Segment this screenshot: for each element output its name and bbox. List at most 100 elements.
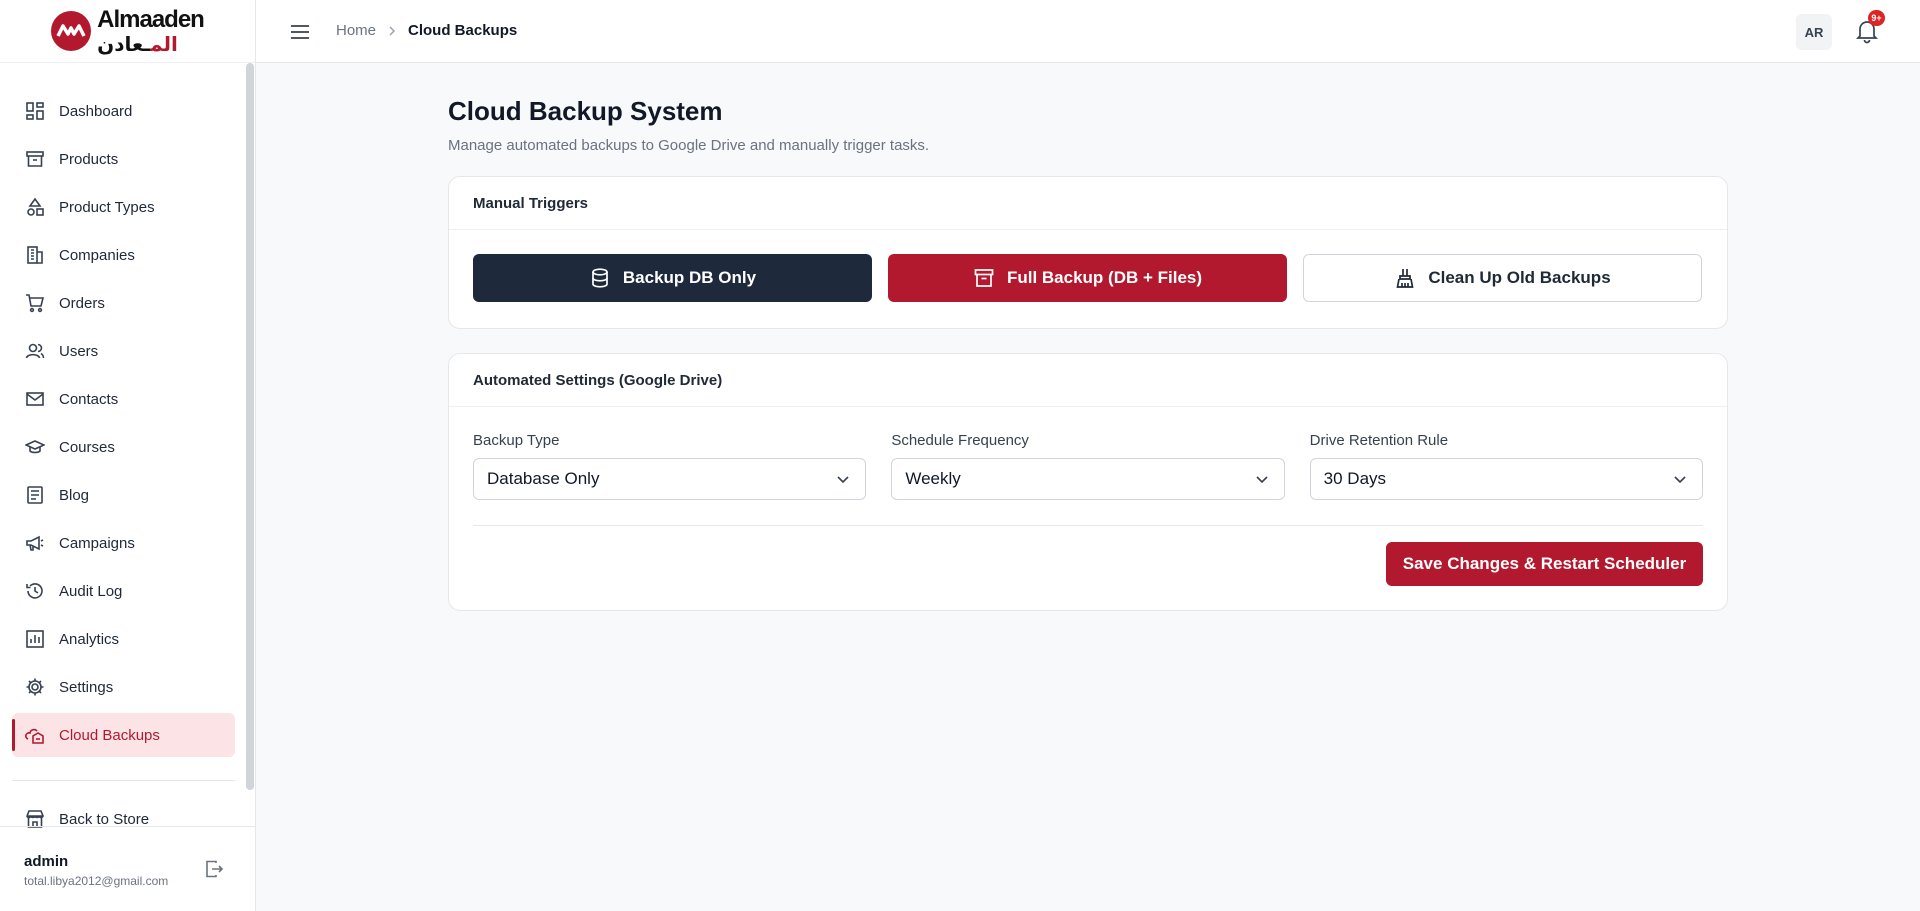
sidebar-divider — [12, 780, 235, 781]
backup-db-button[interactable]: Backup DB Only — [473, 254, 872, 302]
logout-icon[interactable] — [204, 859, 224, 879]
graduation-cap-icon — [25, 437, 45, 457]
sidebar-item-audit-log[interactable]: Audit Log — [12, 569, 235, 613]
sidebar-item-blog[interactable]: Blog — [12, 473, 235, 517]
logo-english: Almaaden — [97, 6, 205, 33]
full-backup-button[interactable]: Full Backup (DB + Files) — [888, 254, 1287, 302]
sidebar-item-label: Settings — [59, 678, 114, 696]
dashboard-icon — [25, 101, 45, 121]
backup-type-field: Backup Type Database Only — [473, 432, 867, 500]
hamburger-menu-icon[interactable] — [288, 20, 312, 44]
backup-type-value: Database Only — [487, 469, 600, 488]
sidebar-item-label: Campaigns — [59, 534, 135, 552]
topbar: Home Cloud Backups AR 9+ — [256, 0, 1920, 63]
trigger-buttons: Backup DB Only Full Backup (DB + Files) … — [449, 230, 1727, 326]
sidebar-nav: Dashboard Products Product Types Compani… — [12, 89, 235, 761]
page-title: Cloud Backup System — [448, 96, 723, 126]
broom-icon — [1394, 267, 1416, 289]
sidebar-item-label: Audit Log — [59, 582, 123, 600]
sidebar-item-label: Users — [59, 342, 99, 360]
backup-type-select[interactable]: Database Only — [473, 458, 867, 500]
breadcrumb-home[interactable]: Home — [336, 22, 376, 39]
user-email: total.libya2012@gmail.com — [24, 874, 169, 888]
logo-emblem-icon — [51, 11, 92, 51]
sidebar-item-product-types[interactable]: Product Types — [12, 185, 235, 229]
manual-triggers-heading: Manual Triggers — [449, 177, 1727, 230]
users-icon — [25, 341, 45, 361]
sidebar-item-cloud-backups[interactable]: Cloud Backups — [12, 713, 235, 757]
building-icon — [25, 245, 45, 265]
sidebar-item-label: Companies — [59, 246, 135, 264]
gear-icon — [25, 677, 45, 697]
save-restart-scheduler-button[interactable]: Save Changes & Restart Scheduler — [1386, 542, 1703, 586]
sidebar-item-contacts[interactable]: Contacts — [12, 377, 235, 421]
user-name: admin — [24, 853, 69, 870]
full-backup-label: Full Backup (DB + Files) — [1006, 268, 1203, 287]
cleanup-backups-button[interactable]: Clean Up Old Backups — [1303, 254, 1702, 302]
document-icon — [25, 485, 45, 505]
sidebar-item-label: Blog — [59, 486, 90, 504]
sidebar-item-campaigns[interactable]: Campaigns — [12, 521, 235, 565]
breadcrumb-current: Cloud Backups — [408, 22, 518, 39]
history-icon — [25, 581, 45, 601]
sidebar: Almaaden المـعادن Dashboard Products Pro… — [0, 0, 256, 911]
cart-icon — [25, 293, 45, 313]
chevron-down-icon — [1254, 471, 1270, 487]
back-to-store-label: Back to Store — [59, 810, 150, 828]
sidebar-item-analytics[interactable]: Analytics — [12, 617, 235, 661]
cloud-backup-icon — [25, 725, 45, 745]
notification-badge: 9+ — [1868, 10, 1885, 26]
sidebar-item-products[interactable]: Products — [12, 137, 235, 181]
archive-icon — [25, 149, 45, 169]
save-row: Save Changes & Restart Scheduler — [449, 526, 1727, 586]
logo-text: Almaaden المـعادن — [97, 6, 205, 56]
breadcrumb: Home Cloud Backups — [336, 22, 517, 39]
sidebar-item-label: Analytics — [59, 630, 120, 648]
megaphone-icon — [25, 533, 45, 553]
page-subtitle: Manage automated backups to Google Drive… — [448, 137, 930, 154]
sidebar-item-label: Contacts — [59, 390, 119, 408]
manual-triggers-card: Manual Triggers Backup DB Only Full Back… — [448, 176, 1728, 329]
archive-icon — [973, 267, 995, 289]
sidebar-item-label: Cloud Backups — [59, 726, 160, 744]
main-content: Cloud Backup System Manage automated bac… — [448, 96, 1728, 611]
sidebar-item-users[interactable]: Users — [12, 329, 235, 373]
settings-fields: Backup Type Database Only Schedule Frequ… — [449, 407, 1727, 500]
sidebar-item-label: Product Types — [59, 198, 155, 216]
sidebar-item-label: Dashboard — [59, 102, 133, 120]
retention-rule-label: Drive Retention Rule — [1309, 432, 1449, 449]
chevron-right-icon — [386, 25, 398, 37]
automated-settings-heading: Automated Settings (Google Drive) — [449, 354, 1727, 407]
sidebar-item-label: Orders — [59, 294, 105, 312]
chevron-down-icon — [835, 471, 851, 487]
schedule-frequency-label: Schedule Frequency — [891, 432, 1029, 449]
schedule-frequency-select[interactable]: Weekly — [891, 458, 1285, 500]
sidebar-item-label: Courses — [59, 438, 115, 456]
bar-chart-icon — [25, 629, 45, 649]
chevron-down-icon — [1672, 471, 1688, 487]
sidebar-item-label: Products — [59, 150, 119, 168]
cleanup-backups-label: Clean Up Old Backups — [1428, 268, 1611, 287]
retention-rule-value: 30 Days — [1323, 469, 1387, 488]
sidebar-item-dashboard[interactable]: Dashboard — [12, 89, 235, 133]
logo-arabic: المـعادن — [97, 32, 178, 56]
mail-icon — [25, 389, 45, 409]
sidebar-item-settings[interactable]: Settings — [12, 665, 235, 709]
user-panel: admin total.libya2012@gmail.com — [0, 826, 256, 911]
schedule-frequency-field: Schedule Frequency Weekly — [891, 432, 1285, 500]
retention-rule-select[interactable]: 30 Days — [1309, 458, 1703, 500]
sidebar-item-orders[interactable]: Orders — [12, 281, 235, 325]
brand-logo[interactable]: Almaaden المـعادن — [0, 0, 255, 63]
backup-type-label: Backup Type — [473, 432, 560, 449]
backup-db-label: Backup DB Only — [622, 268, 757, 287]
sidebar-scrollbar[interactable] — [246, 63, 254, 790]
retention-rule-field: Drive Retention Rule 30 Days — [1309, 432, 1703, 500]
database-icon — [589, 267, 611, 289]
logo-mark: Almaaden المـعادن — [51, 6, 205, 56]
automated-settings-card: Automated Settings (Google Drive) Backup… — [448, 353, 1728, 611]
sidebar-item-companies[interactable]: Companies — [12, 233, 235, 277]
sidebar-item-courses[interactable]: Courses — [12, 425, 235, 469]
schedule-frequency-value: Weekly — [905, 469, 961, 488]
language-switch-button[interactable]: AR — [1796, 14, 1832, 50]
shapes-icon — [25, 197, 45, 217]
